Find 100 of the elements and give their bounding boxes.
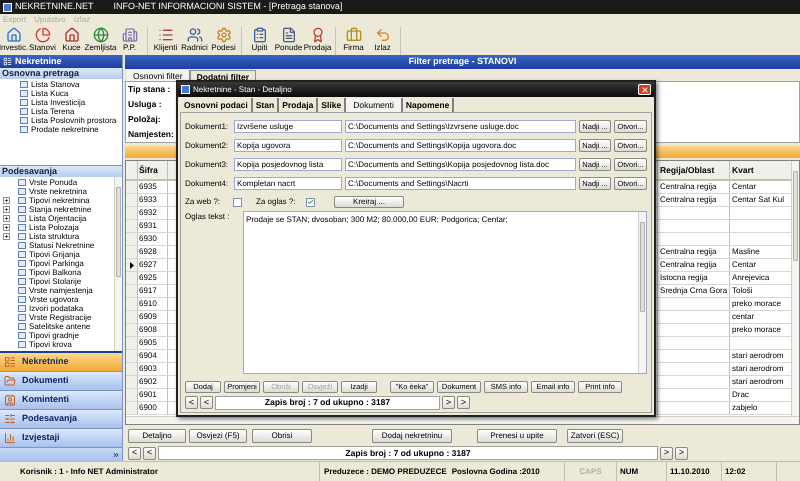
toolbar-button[interactable]: Upiti [246,27,273,55]
document-name-field[interactable]: Izvršene usluge [234,120,342,133]
first-record-button[interactable]: < [185,396,198,409]
tree-item[interactable]: Lista Orjentacija [18,214,86,223]
action-button[interactable]: Detaljno [128,429,186,443]
tree-item[interactable]: Lista Poslovnih prostora [20,116,122,125]
text-scrollbar[interactable] [638,212,646,373]
document-name-field[interactable]: Kopija posjedovnog lista [234,158,342,171]
previous-record-button[interactable]: < [143,446,156,460]
table-cell: Istocna regija [660,272,708,284]
action-button[interactable]: Zatvori (ESC) [567,429,623,443]
action-button[interactable]: Dodaj nekretninu [372,429,452,443]
tree-item[interactable]: Vrste namjestenja [18,286,93,295]
dialog-tab[interactable]: Prodaja [279,98,318,112]
clipboard-icon [252,27,268,43]
toolbar-button[interactable]: Klijenti [152,27,179,55]
column-header[interactable]: Šifra [138,161,168,179]
tree-item[interactable]: Lista Polozaja [18,223,79,232]
scrollbar-thumb[interactable] [793,171,798,261]
toolbar-button[interactable]: Stanovi [29,27,56,55]
tree-item[interactable]: Satelitske antene [18,322,90,331]
table-scrollbar[interactable] [791,161,799,416]
status-year: Poslovna Godina :2010 [452,466,540,478]
undo-arrow-icon [374,27,390,43]
tree-item[interactable]: Vrste ugovora [18,295,79,304]
toolbar-button[interactable]: Radnici [181,27,208,55]
checkbox[interactable] [233,198,242,206]
toolbar-button[interactable]: P.P. [116,27,143,55]
ad-text-area[interactable]: Prodaje se STAN; dvosoban; 300 M2; 80.000,00 EUR; Podgorica; Centar; [243,211,647,374]
nav-button[interactable]: Izvjestaji [0,429,122,448]
tree-scrollbar[interactable] [114,177,122,351]
next-record-button[interactable]: > [442,396,455,409]
toolbar-button[interactable]: Podesi [210,27,237,55]
column-header[interactable]: Regija/Oblast [657,161,729,179]
tree-item[interactable]: Tipovi Parkinga [18,259,84,268]
checkbox-label: Za web ?: [185,196,222,208]
table-cell: Centralna regija [660,246,716,258]
previous-record-button[interactable]: < [200,396,213,409]
tree-item[interactable]: Lista Stanova [20,80,122,89]
toolbar-button[interactable]: Kuce [58,27,85,55]
ad-text-label: Oglas tekst : [185,211,230,223]
document-path-field[interactable]: C:\Documents and Settings\Kopija posjedovnog lista.doc [345,158,576,171]
dialog-tab[interactable]: Stan [252,98,280,112]
tree-item[interactable]: Stanja nekretnine [18,205,92,214]
tree-item[interactable]: Izvori podataka [18,304,84,313]
expand-icon [3,197,10,204]
tree-item[interactable]: Lista Kuca [20,89,122,98]
tree-item[interactable]: Tipovi krova [18,340,72,349]
dialog-tab[interactable]: Dokumenti [346,98,403,112]
next-record-button[interactable]: > [660,446,673,460]
toolbar-button[interactable]: Prodaja [304,27,331,55]
row-indicator[interactable] [126,259,138,271]
dialog-tab[interactable]: Napomene [402,98,454,112]
action-button[interactable]: Osvjezi (F5) [189,429,247,443]
tree-item[interactable]: Vrste Registracije [18,313,92,322]
expand-icon [3,215,10,222]
action-button[interactable]: Prenesi u upite [477,429,557,443]
first-record-button[interactable]: < [128,446,141,460]
nav-button[interactable]: Podesavanja [0,410,122,429]
table-cell: 6910 [138,298,168,310]
table-cell: Drac [732,389,749,401]
tree-item[interactable]: Lista Terena [20,107,122,116]
node-icon [18,296,26,303]
horizontal-scrollbar[interactable] [126,416,799,424]
tree-item[interactable]: Prodate nekretnine [20,125,122,134]
filter-tab[interactable]: Osnovni filter [127,70,190,81]
nav-button[interactable]: Komintenti [0,391,122,410]
tree-item[interactable]: Tipovi nekretnina [18,196,90,205]
close-button[interactable] [638,84,651,95]
scrollbar-thumb[interactable] [116,187,121,277]
toolbar-button[interactable]: Izlaz [369,27,396,55]
document-path-field[interactable]: C:\Documents and Settings\Kopija ugovora.doc [345,139,576,152]
tree-item[interactable]: Vrste nekretnina [18,187,87,196]
document-name-field[interactable]: Kompletan nacrt [234,177,342,190]
last-record-button[interactable]: > [675,446,688,460]
tree-item[interactable]: Statusi Nekretnine [18,241,94,250]
nav-button[interactable]: Nekretnine [0,353,122,372]
tree-item[interactable]: Lista Investicija [20,98,122,107]
tree-item[interactable]: Vrste Ponuda [18,178,78,187]
document-path-field[interactable]: C:\Documents and Settings\Izvrsene usluge.doc [345,120,576,133]
tree-item[interactable]: Tipovi Grijanja [18,250,80,259]
create-button[interactable]: Kreiraj ... [334,196,404,208]
document-name-field[interactable]: Kopija ugovora [234,139,342,152]
bar-chart-icon [4,432,16,444]
nav-button[interactable]: Dokumenti [0,372,122,391]
tree-item[interactable]: Lista struktura [18,232,80,241]
toolbar-button[interactable]: Firma [340,27,367,55]
scrollbar-thumb[interactable] [640,222,645,312]
toolbar-button[interactable]: Ponude [275,27,302,55]
tree-item[interactable]: Tipovi gradnje [18,331,79,340]
document-path-field[interactable]: C:\Documents and Settings\Nacrti [345,177,576,190]
tree-item[interactable]: Tipovi Balkona [18,268,82,277]
document-label: Dokument4: [185,178,230,190]
last-record-button[interactable]: > [457,396,470,409]
checkbox[interactable] [306,198,315,206]
toolbar-button[interactable]: Zemljista [87,27,114,55]
action-button[interactable]: Obrisi [252,429,312,443]
tree-item[interactable]: Tipovi Stolarije [18,277,82,286]
dialog-tab[interactable]: Osnovni podaci [181,98,253,112]
node-icon [18,233,26,240]
